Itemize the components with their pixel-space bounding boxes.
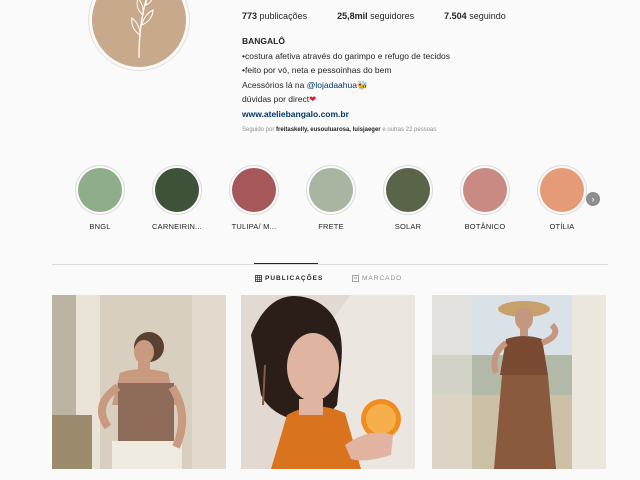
highlight-otilia[interactable]: OTÍLIA	[532, 165, 592, 231]
highlight-solar[interactable]: SOLAR	[378, 165, 438, 231]
bee-emoji: 🐝	[356, 79, 368, 90]
leaf-logo-icon	[131, 0, 154, 59]
posts-label: publicações	[259, 11, 308, 21]
highlight-image	[386, 168, 430, 212]
posts-count-stat: 773 publicações	[242, 11, 307, 21]
photo-woman-brown-top	[52, 295, 226, 469]
post-thumbnail[interactable]	[432, 295, 606, 469]
post-thumbnail[interactable]	[241, 295, 415, 469]
tab-posts-label: PUBLICAÇÕES	[265, 275, 324, 282]
highlight-image	[463, 168, 507, 212]
following-stat[interactable]: 7.504 seguindo	[444, 11, 506, 21]
followed-by-suffix: e outras 22 pessoas	[382, 127, 437, 133]
tab-posts[interactable]: PUBLICAÇÕES	[255, 275, 323, 282]
highlight-botanico[interactable]: BOTÂNICO	[455, 165, 515, 231]
highlight-image	[309, 168, 353, 212]
highlight-cover	[537, 165, 587, 215]
active-tab-indicator	[254, 263, 318, 264]
tab-tagged-label: MARCADO	[362, 275, 403, 282]
followed-by-prefix: Seguido por	[242, 127, 275, 133]
following-count: 7.504	[444, 11, 467, 21]
profile-avatar[interactable]	[89, 0, 189, 70]
bio-line: Acessórios lá na @lojadaahua🐝	[242, 78, 572, 93]
followers-count: 25,8mil	[337, 11, 368, 21]
grid-icon	[255, 275, 262, 282]
post-thumbnail[interactable]	[52, 295, 226, 469]
profile-bio: BANGALÔ •costura afetiva através do gari…	[242, 34, 572, 138]
highlight-cover	[460, 165, 510, 215]
chevron-right-icon[interactable]: ›	[586, 192, 600, 206]
bio-text: Acessórios lá na	[242, 79, 307, 90]
followers-label: seguidores	[370, 11, 415, 21]
highlight-label: BOTÂNICO	[464, 222, 506, 231]
highlight-cover	[229, 165, 279, 215]
profile-name: BANGALÔ	[242, 36, 285, 46]
tabs-divider	[52, 264, 608, 265]
following-label: seguindo	[469, 11, 506, 21]
highlight-image	[232, 168, 276, 212]
highlight-image	[155, 168, 199, 212]
bio-line: dúvidas por direct❤	[242, 92, 572, 107]
highlight-label: SOLAR	[394, 222, 422, 231]
followed-by-users: freitaskelly, eusouluarosa, luisjaeger	[276, 127, 381, 133]
photo-woman-brown-dress-hat	[432, 295, 606, 469]
story-highlights: BNGL CARNEIRIN... TULIPA/ M... FRETE SOL…	[75, 165, 606, 235]
highlight-bngl[interactable]: BNGL	[70, 165, 130, 231]
highlight-image	[78, 168, 122, 212]
highlight-cover	[152, 165, 202, 215]
highlight-cover	[75, 165, 125, 215]
highlight-label: OTÍLIA	[549, 222, 575, 231]
highlight-label: BNGL	[89, 222, 111, 231]
highlight-carneirin[interactable]: CARNEIRIN...	[147, 165, 207, 231]
followed-by[interactable]: Seguido por freitaskelly, eusouluarosa, …	[242, 123, 572, 138]
followers-stat[interactable]: 25,8mil seguidores	[337, 11, 414, 21]
bio-line: •costura afetiva através do garimpo e re…	[242, 50, 451, 61]
highlight-label: FRETE	[318, 222, 344, 231]
highlight-image	[540, 168, 584, 212]
photo-woman-orange-sweater	[241, 295, 415, 469]
highlight-cover	[383, 165, 433, 215]
profile-stats: 773 publicações 25,8mil seguidores 7.504…	[242, 11, 536, 21]
mention-link[interactable]: @lojadaahua	[307, 80, 357, 90]
bio-text: dúvidas por direct	[242, 94, 310, 104]
posts-count: 773	[242, 11, 258, 21]
tab-tagged[interactable]: MARCADO	[352, 275, 402, 282]
website-link[interactable]: www.ateliebangalo.com.br	[242, 107, 572, 122]
highlight-label: TULIPA/ M...	[231, 222, 277, 231]
bio-line: •feito por vó, neta e pessoinhas do bem	[242, 65, 392, 75]
highlight-frete[interactable]: FRETE	[301, 165, 361, 231]
tag-person-icon	[352, 275, 359, 282]
highlight-tulipa[interactable]: TULIPA/ M...	[224, 165, 284, 231]
highlight-label: CARNEIRIN...	[152, 222, 202, 231]
heart-emoji: ❤	[309, 94, 317, 104]
highlight-cover	[306, 165, 356, 215]
